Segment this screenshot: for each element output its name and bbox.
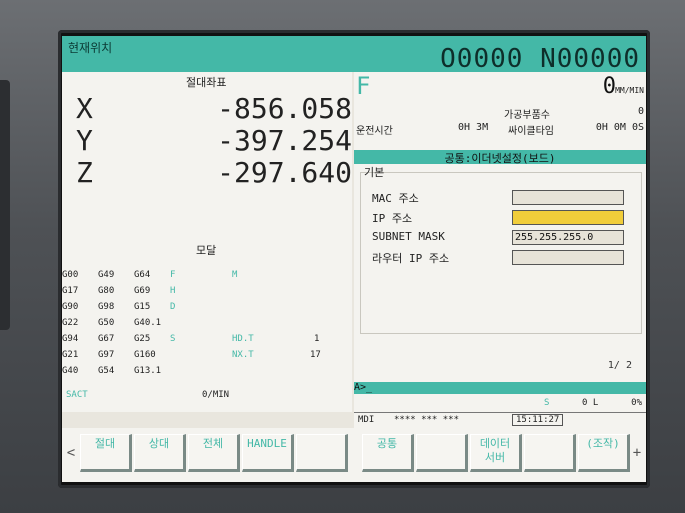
softkey-relative[interactable]: 상대 [134,434,186,472]
modal-panel: 모달 G00 G49 G64 F M G17 G80 G69 H G90 G98… [62,212,352,384]
axis-row-z: Z -297.640 [76,156,356,189]
softkey-blank[interactable] [524,434,576,472]
gcode: G69 [134,286,151,296]
gcode: G54 [98,366,115,376]
softkey-bar: < 절대 상대 전체 HANDLE 공통 데이터 서버 (조작) + [62,428,646,482]
axis-value: -856.058 [217,92,352,125]
program-number: O0000 N00000 [440,44,640,74]
group-label: 기본 [364,166,385,179]
tool-label: NX.T [232,350,254,360]
axis-label: Y [76,124,93,157]
gcode: G49 [98,270,115,280]
softkey-all[interactable]: 전체 [188,434,240,472]
tool-value: 1 [314,334,320,344]
gcode: G21 [62,350,79,360]
feed-panel: F 0 MM/MIN [354,72,646,103]
sact-panel: SACT 0/MIN [62,384,352,412]
bezel-side-slot [0,80,10,330]
tool-value: 17 [310,350,321,360]
gcode: G160 [134,350,156,360]
time-panel: 가공부품수 0 운전시간 0H 3M 싸이클타임 0H 0M 0S [354,102,646,150]
gcode: G50 [98,318,115,328]
modal-letter: M [232,270,238,280]
softkey-handle[interactable]: HANDLE [242,434,294,472]
next-softkey-arrow[interactable]: + [630,434,644,472]
run-time-label: 운전시간 [356,126,393,137]
spindle-load: 0 L [582,398,599,408]
axis-value: -297.640 [217,156,352,189]
ip-address-field[interactable] [512,210,624,225]
mac-address-field[interactable] [512,190,624,205]
sact-value: 0/MIN [202,390,230,400]
softkey-operation[interactable]: (조작) [578,434,630,472]
gcode: G15 [134,302,151,312]
gcode: G67 [98,334,115,344]
feed-label: F [356,72,371,100]
run-time-value: 0H 3M [458,122,489,133]
modal-letter: H [170,286,176,296]
gcode: G17 [62,286,79,296]
axis-row-x: X -856.058 [76,92,356,125]
spindle-status: S 0 L 0% [354,394,646,412]
axis-label: Z [76,156,93,189]
ethernet-settings-panel: 공통:이더넷설정(보드) 기본 MAC 주소 IP 주소 SUBNET MASK… [354,150,646,382]
page-indicator: 1/ 2 [607,360,632,371]
gcode: G80 [98,286,115,296]
tool-label: HD.T [232,334,254,344]
parts-count-value: 0 [637,106,644,117]
gcode: G94 [62,334,79,344]
parts-count-label: 가공부품수 [504,110,550,121]
spindle-percent: 0% [631,398,642,408]
axis-label: X [76,92,93,125]
subnet-mask-label: SUBNET MASK [372,230,445,243]
prev-softkey-arrow[interactable]: < [64,434,78,472]
softkey-data-server[interactable]: 데이터 서버 [470,434,522,472]
softkey-blank[interactable] [416,434,468,472]
ethernet-title: 공통:이더넷설정(보드) [354,150,646,165]
router-ip-field[interactable] [512,250,624,265]
axis-value: -397.254 [217,124,352,157]
clock: 15:11:27 [512,414,564,426]
gcode: G64 [134,270,151,280]
ip-address-label: IP 주소 [372,212,413,225]
gcode: G25 [134,334,151,344]
position-header: 절대좌표 [186,76,227,89]
feed-value: 0 [602,74,616,99]
feed-unit: MM/MIN [615,86,644,95]
modal-header: 모달 [196,244,217,257]
softkey-blank[interactable] [296,434,348,472]
screen-mode-label: 현재위치 [68,41,113,55]
gcode: G00 [62,270,79,280]
position-panel: 절대좌표 X -856.058 Y -397.254 Z -297.640 [62,72,352,212]
cnc-display: 현재위치 O0000 N00000 절대좌표 X -856.058 Y -397… [62,36,646,482]
router-ip-label: 라우터 IP 주소 [372,252,450,265]
modal-letter: D [170,302,176,312]
axis-row-y: Y -397.254 [76,124,356,157]
gcode: G98 [98,302,115,312]
subnet-mask-field[interactable]: 255.255.255.0 [512,230,624,245]
cycle-time-label: 싸이클타임 [508,126,554,137]
gcode: G22 [62,318,79,328]
softkey-absolute[interactable]: 절대 [80,434,132,472]
sact-label: SACT [66,390,88,400]
gcode: G40.1 [134,318,162,328]
cycle-time-value: 0H 0M 0S [595,122,644,133]
gcode: G97 [98,350,115,360]
title-bar: 현재위치 O0000 N00000 [62,36,646,74]
input-line[interactable]: A>_ [354,382,646,394]
mode-indicator: MDI [358,415,375,425]
mac-address-label: MAC 주소 [372,192,419,205]
mode-status-bar: MDI **** *** *** 15:11:27 [354,412,646,429]
gcode: G40 [62,366,79,376]
spindle-label: S [544,398,550,408]
state-indicator: **** *** *** [394,415,460,425]
gcode: G90 [62,302,79,312]
modal-letter: S [170,334,176,344]
gcode: G13.1 [134,366,162,376]
softkey-common[interactable]: 공통 [362,434,414,472]
modal-letter: F [170,270,176,280]
